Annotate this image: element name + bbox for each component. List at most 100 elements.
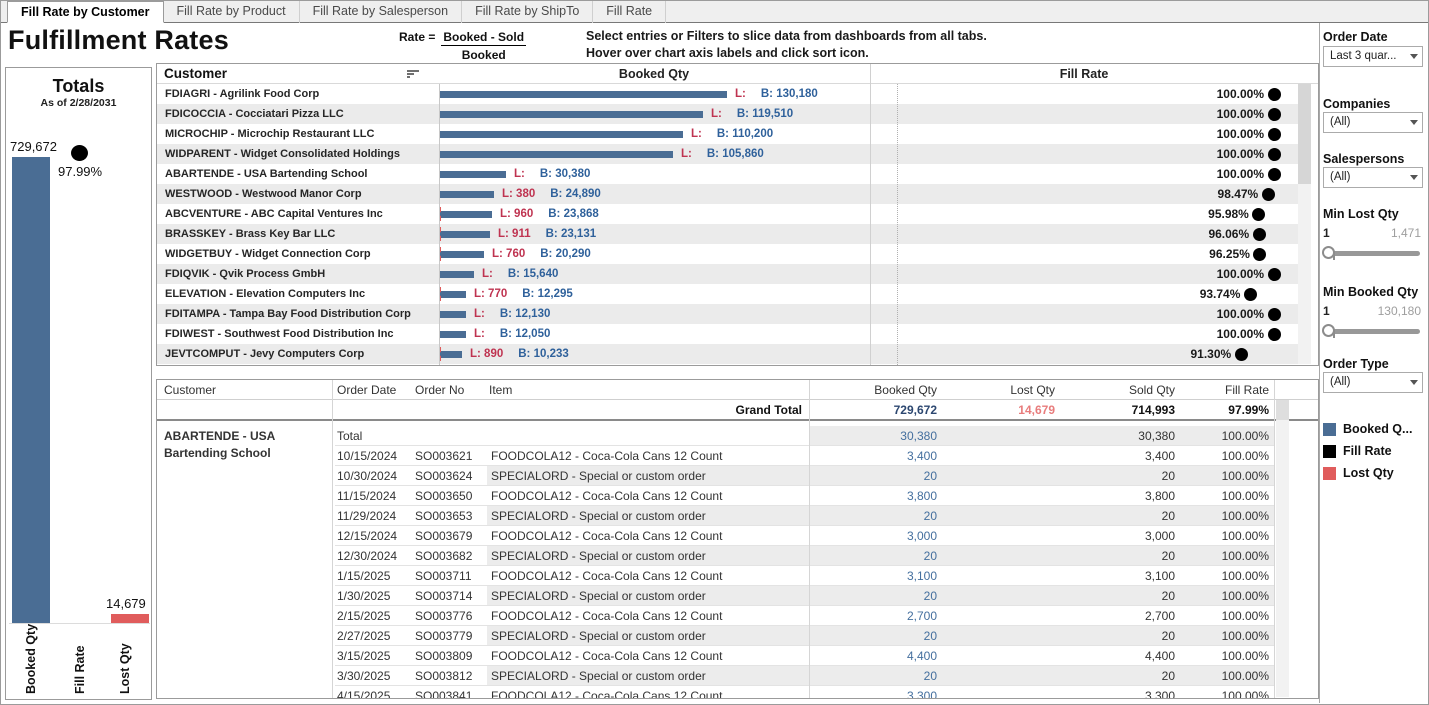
header-item: Item xyxy=(489,383,512,397)
booked-bar[interactable] xyxy=(439,131,683,138)
chevron-down-icon xyxy=(1410,380,1418,385)
booked-bar[interactable] xyxy=(439,351,462,358)
order-row[interactable]: 4/15/2025SO003841FOODCOLA12 - Coca-Cola … xyxy=(335,686,1274,699)
chart-scrollbar[interactable] xyxy=(1298,84,1311,364)
item-label: SPECIALORD - Special or custom order xyxy=(491,509,706,523)
sold-qty-value: 3,400 xyxy=(1085,449,1175,463)
tab-fill-rate-by-product[interactable]: Fill Rate by Product xyxy=(164,1,300,23)
booked-bar[interactable] xyxy=(439,211,492,218)
totals-booked-bar[interactable] xyxy=(12,157,50,623)
fill-rate-dot[interactable] xyxy=(1268,308,1281,321)
order-row[interactable]: 3/30/2025SO003812SPECIALORD - Special or… xyxy=(335,666,1274,686)
rate-formula: Rate = Booked - Sold Booked xyxy=(399,30,526,62)
min-lost-qty-range: 1 1,471 xyxy=(1323,226,1421,240)
fill-rate-dot[interactable] xyxy=(1268,128,1281,141)
fill-rate-dot[interactable] xyxy=(1252,208,1265,221)
legend-item-booked-q: Booked Q... xyxy=(1323,418,1412,440)
order-row[interactable]: 3/15/2025SO003809FOODCOLA12 - Coca-Cola … xyxy=(335,646,1274,666)
order-row[interactable]: 10/30/2024SO003624SPECIALORD - Special o… xyxy=(335,466,1274,486)
booked-bar[interactable] xyxy=(439,151,673,158)
booked-bar[interactable] xyxy=(439,271,474,278)
order-row[interactable]: 12/30/2024SO003682SPECIALORD - Special o… xyxy=(335,546,1274,566)
formula-prefix: Rate = xyxy=(399,30,435,44)
fill-rate-dot[interactable] xyxy=(1268,328,1281,341)
table-scrollbar-thumb[interactable] xyxy=(1276,400,1289,420)
customer-row[interactable]: WIDGETBUY - Widget Connection CorpL: 760… xyxy=(157,244,1300,264)
booked-bar[interactable] xyxy=(439,291,466,298)
min-lost-qty-slider[interactable] xyxy=(1323,245,1420,261)
chevron-down-icon xyxy=(1410,175,1418,180)
min-booked-qty-slider[interactable] xyxy=(1323,323,1420,339)
fill-rate-dot[interactable] xyxy=(1235,348,1248,361)
customer-row[interactable]: FDIWEST - Southwest Food Distribution In… xyxy=(157,324,1300,344)
order-row[interactable]: 11/29/2024SO003653SPECIALORD - Special o… xyxy=(335,506,1274,526)
customer-row[interactable]: FDICOCCIA - Cocciatari Pizza LLCL:B: 119… xyxy=(157,104,1300,124)
booked-bar[interactable] xyxy=(439,111,703,118)
order-no: SO003624 xyxy=(415,469,472,483)
customer-row[interactable]: WIDPARENT - Widget Consolidated Holdings… xyxy=(157,144,1300,164)
booked-axis-line xyxy=(439,84,440,365)
customer-row[interactable]: ABARTENDE - USA Bartending SchoolL:B: 30… xyxy=(157,164,1300,184)
tab-fill-rate-by-customer[interactable]: Fill Rate by Customer xyxy=(7,1,164,23)
order-no: SO003809 xyxy=(415,649,472,663)
fill-rate-dot[interactable] xyxy=(1268,268,1281,281)
customer-row[interactable]: ELEVATION - Elevation Computers IncL: 77… xyxy=(157,284,1300,304)
customer-row[interactable]: ABCVENTURE - ABC Capital Ventures IncL: … xyxy=(157,204,1300,224)
tab-fill-rate-by-shipto[interactable]: Fill Rate by ShipTo xyxy=(462,1,593,23)
booked-bar[interactable] xyxy=(439,251,484,258)
customer-row[interactable]: FDIAGRI - Agrilink Food CorpL:B: 130,180… xyxy=(157,84,1300,104)
booked-bar[interactable] xyxy=(439,171,506,178)
order-type-dropdown[interactable]: (All) xyxy=(1323,372,1423,393)
lost-qty-label: L: xyxy=(681,148,692,160)
customer-row[interactable]: FDITAMPA - Tampa Bay Food Distribution C… xyxy=(157,304,1300,324)
booked-bar[interactable] xyxy=(439,231,490,238)
booked-qty-column-header[interactable]: Booked Qty xyxy=(539,67,769,81)
fill-rate-dot[interactable] xyxy=(1268,108,1281,121)
totals-fill-rate-dot[interactable] xyxy=(71,145,88,161)
fill-rate-dot[interactable] xyxy=(1268,168,1281,181)
companies-dropdown[interactable]: (All) xyxy=(1323,112,1423,133)
table-scrollbar[interactable] xyxy=(1276,400,1289,697)
customer-row[interactable]: FDIQVIK - Qvik Process GmbHL:B: 15,64010… xyxy=(157,264,1300,284)
tab-fill-rate-by-salesperson[interactable]: Fill Rate by Salesperson xyxy=(300,1,462,23)
slider-handle[interactable] xyxy=(1322,246,1335,259)
booked-bar[interactable] xyxy=(439,91,727,98)
fill-rate-dot[interactable] xyxy=(1253,248,1266,261)
salespersons-dropdown[interactable]: (All) xyxy=(1323,167,1423,188)
fill-rate-value: 100.00% xyxy=(1179,569,1269,583)
slider-track[interactable] xyxy=(1323,251,1420,256)
booked-bar[interactable] xyxy=(439,331,466,338)
order-row[interactable]: 12/15/2024SO003679FOODCOLA12 - Coca-Cola… xyxy=(335,526,1274,546)
booked-qty-label: B: 105,860 xyxy=(707,148,764,160)
color-legend: Booked Q...Fill RateLost Qty xyxy=(1323,418,1412,484)
order-row[interactable]: 2/27/2025SO003779SPECIALORD - Special or… xyxy=(335,626,1274,646)
customer-row[interactable]: JEVTCOMPUT - Jevy Computers CorpL: 890B:… xyxy=(157,344,1300,364)
booked-bar[interactable] xyxy=(439,191,494,198)
tab-fill-rate[interactable]: Fill Rate xyxy=(593,1,666,23)
lost-qty-label: L: 911 xyxy=(498,228,531,240)
fill-rate-column-header[interactable]: Fill Rate xyxy=(969,67,1199,81)
slider-handle[interactable] xyxy=(1322,324,1335,337)
fill-rate-cell: 96.25% xyxy=(872,244,1298,264)
fill-rate-dot[interactable] xyxy=(1262,188,1275,201)
order-row[interactable]: 11/15/2024SO003650FOODCOLA12 - Coca-Cola… xyxy=(335,486,1274,506)
order-date-dropdown[interactable]: Last 3 quar... xyxy=(1323,46,1423,67)
order-row[interactable]: 2/15/2025SO003776FOODCOLA12 - Coca-Cola … xyxy=(335,606,1274,626)
order-row[interactable]: 1/15/2025SO003711FOODCOLA12 - Coca-Cola … xyxy=(335,566,1274,586)
customer-row[interactable]: MICROCHIP - Microchip Restaurant LLCL:B:… xyxy=(157,124,1300,144)
sort-icon[interactable] xyxy=(407,70,420,79)
booked-bar[interactable] xyxy=(439,311,466,318)
slider-track[interactable] xyxy=(1323,329,1420,334)
fill-rate-dot[interactable] xyxy=(1268,148,1281,161)
fill-rate-dot[interactable] xyxy=(1268,88,1281,101)
customer-column-header[interactable]: Customer xyxy=(164,66,227,81)
order-row[interactable]: 1/30/2025SO003714SPECIALORD - Special or… xyxy=(335,586,1274,606)
customer-row[interactable]: WESTWOOD - Westwood Manor CorpL: 380B: 2… xyxy=(157,184,1300,204)
customer-row[interactable]: BRASSKEY - Brass Key Bar LLCL: 911B: 23,… xyxy=(157,224,1300,244)
order-row[interactable]: 10/15/2024SO003621FOODCOLA12 - Coca-Cola… xyxy=(335,446,1274,466)
chart-scrollbar-thumb[interactable] xyxy=(1298,84,1311,184)
item-label: FOODCOLA12 - Coca-Cola Cans 12 Count xyxy=(491,609,722,623)
fill-rate-dot[interactable] xyxy=(1253,228,1266,241)
group-total-row[interactable]: Total30,38030,380100.00% xyxy=(335,426,1274,446)
fill-rate-dot[interactable] xyxy=(1244,288,1257,301)
